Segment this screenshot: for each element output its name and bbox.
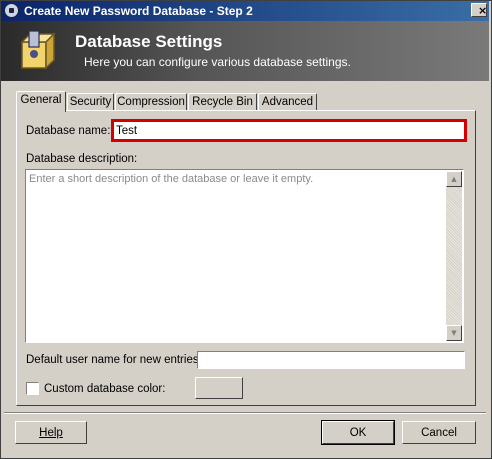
database-description-label: Database description: [26,153,138,165]
database-name-label: Database name: [26,125,111,137]
database-wizard-icon [20,30,56,70]
window-title: Create New Password Database - Step 2 [24,4,253,18]
close-button[interactable]: × [471,3,487,17]
default-username-box [197,351,465,369]
help-button[interactable]: Help [15,421,87,444]
tab-security[interactable]: Security [67,93,114,110]
database-description-input[interactable] [27,171,445,339]
database-description-box: ▲ ▼ [25,169,464,343]
keepass-lock-icon [4,3,19,18]
tab-compression[interactable]: Compression [115,93,187,110]
tab-advanced[interactable]: Advanced [258,93,317,110]
title-bar[interactable]: Create New Password Database - Step 2 × [1,1,489,21]
ok-button[interactable]: OK [321,420,395,445]
cancel-button[interactable]: Cancel [402,421,476,444]
custom-color-checkbox[interactable] [26,382,39,395]
scroll-down-button[interactable]: ▼ [446,325,462,341]
color-picker-button[interactable] [195,377,243,399]
help-button-label: Help [39,426,63,439]
custom-color-label: Custom database color: [44,383,166,395]
scroll-up-button[interactable]: ▲ [446,171,462,187]
tab-recycle-bin[interactable]: Recycle Bin [188,93,257,110]
description-scrollbar[interactable]: ▲ ▼ [446,171,462,341]
tab-general[interactable]: General [16,91,66,112]
banner-title: Database Settings [75,32,223,51]
database-name-highlight [111,119,467,142]
button-separator [4,412,486,414]
default-username-input[interactable] [198,352,462,368]
banner-subtitle: Here you can configure various database … [84,55,351,69]
database-name-input[interactable] [116,123,461,139]
default-username-label: Default user name for new entries: [26,354,202,366]
header-banner: Database Settings Here you can configure… [1,21,489,81]
